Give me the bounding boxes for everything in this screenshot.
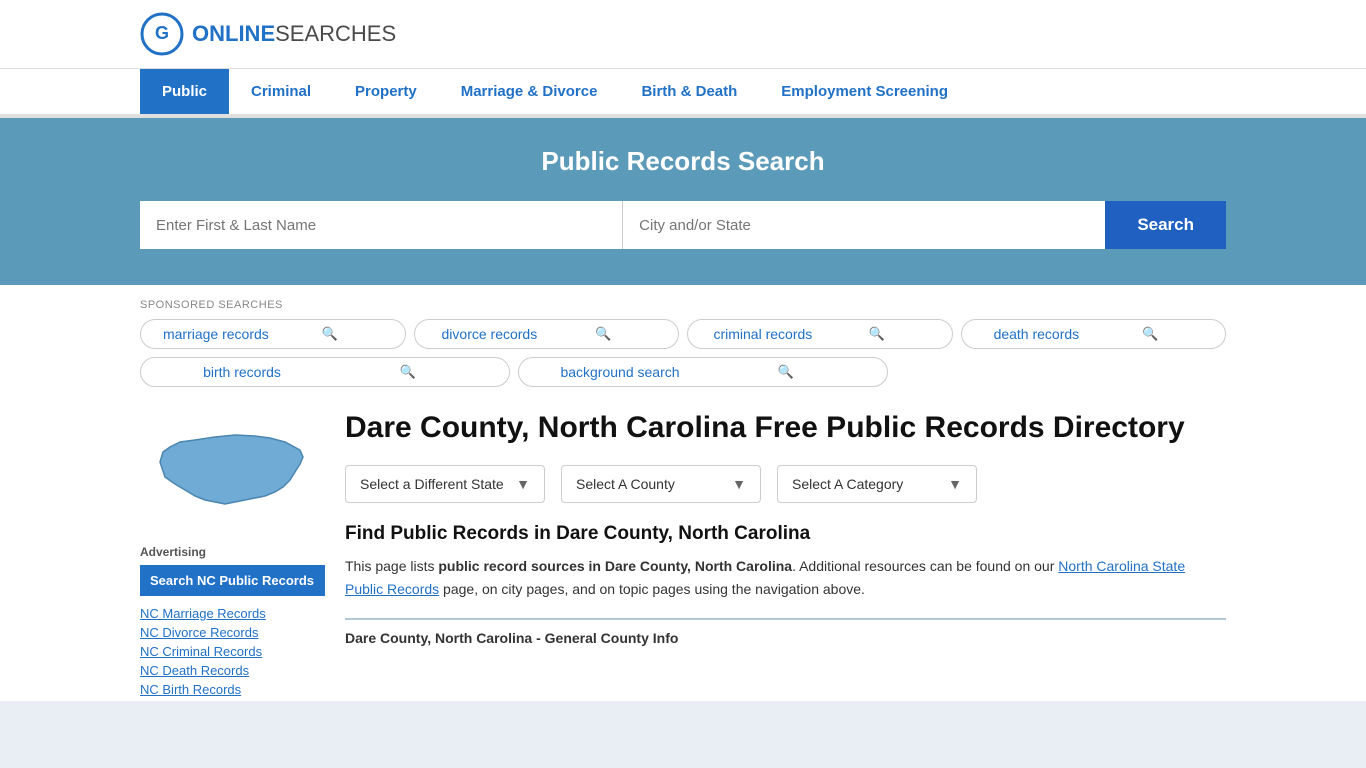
nav-item-employment[interactable]: Employment Screening: [759, 69, 970, 114]
state-map: [140, 409, 325, 529]
find-description: This page lists public record sources in…: [345, 555, 1226, 603]
category-dropdown[interactable]: Select A Category ▼: [777, 465, 977, 503]
county-section: Advertising Search NC Public Records NC …: [0, 399, 1366, 701]
search-icon: 🔍: [546, 326, 660, 342]
nav-item-birth[interactable]: Birth & Death: [619, 69, 759, 114]
pill-birth[interactable]: birth records 🔍: [140, 357, 510, 387]
logo-text: ONLINESEARCHES: [192, 21, 396, 47]
hero-section: Public Records Search Search: [0, 118, 1366, 285]
pill-divorce[interactable]: divorce records 🔍: [414, 319, 680, 349]
nav-item-criminal[interactable]: Criminal: [229, 69, 333, 114]
search-icon: 🔍: [820, 326, 934, 342]
find-title: Find Public Records in Dare County, Nort…: [345, 523, 1226, 545]
hero-title: Public Records Search: [140, 146, 1226, 177]
logo: G ONLINESEARCHES: [140, 12, 396, 56]
sponsored-label: SPONSORED SEARCHES: [140, 299, 1226, 311]
main-nav: Public Criminal Property Marriage & Divo…: [0, 69, 1366, 117]
chevron-down-icon: ▼: [948, 476, 962, 492]
sponsored-section: SPONSORED SEARCHES marriage records 🔍 di…: [0, 285, 1366, 399]
search-form: Search: [140, 201, 1226, 249]
general-info-header: Dare County, North Carolina - General Co…: [345, 618, 1226, 648]
pill-criminal[interactable]: criminal records 🔍: [687, 319, 953, 349]
search-icon: 🔍: [703, 364, 869, 380]
state-dropdown[interactable]: Select a Different State ▼: [345, 465, 545, 503]
advertising-label: Advertising: [140, 545, 325, 559]
county-dropdown[interactable]: Select A County ▼: [561, 465, 761, 503]
nav-item-public[interactable]: Public: [140, 69, 229, 114]
pill-death[interactable]: death records 🔍: [961, 319, 1227, 349]
sidebar-link-criminal[interactable]: NC Criminal Records: [140, 644, 325, 659]
location-input[interactable]: [623, 201, 1105, 249]
ad-button[interactable]: Search NC Public Records: [140, 565, 325, 596]
chevron-down-icon: ▼: [516, 476, 530, 492]
nav-item-marriage[interactable]: Marriage & Divorce: [439, 69, 620, 114]
sponsored-pills: marriage records 🔍 divorce records 🔍 cri…: [140, 319, 1226, 387]
name-input[interactable]: [140, 201, 623, 249]
pill-marriage[interactable]: marriage records 🔍: [140, 319, 406, 349]
sidebar-link-birth[interactable]: NC Birth Records: [140, 682, 325, 697]
logo-icon: G: [140, 12, 184, 56]
sidebar-link-divorce[interactable]: NC Divorce Records: [140, 625, 325, 640]
search-icon: 🔍: [1093, 326, 1207, 342]
county-title: Dare County, North Carolina Free Public …: [345, 409, 1226, 447]
svg-text:G: G: [155, 23, 169, 43]
chevron-down-icon: ▼: [732, 476, 746, 492]
sidebar-link-marriage[interactable]: NC Marriage Records: [140, 606, 325, 621]
nav-item-property[interactable]: Property: [333, 69, 439, 114]
search-icon: 🔍: [273, 326, 387, 342]
main-content: Dare County, North Carolina Free Public …: [345, 409, 1226, 701]
pill-background[interactable]: background search 🔍: [518, 357, 888, 387]
sidebar-link-death[interactable]: NC Death Records: [140, 663, 325, 678]
search-button[interactable]: Search: [1105, 201, 1226, 249]
sidebar: Advertising Search NC Public Records NC …: [140, 409, 325, 701]
search-icon: 🔍: [325, 364, 491, 380]
dropdowns-row: Select a Different State ▼ Select A Coun…: [345, 465, 1226, 503]
